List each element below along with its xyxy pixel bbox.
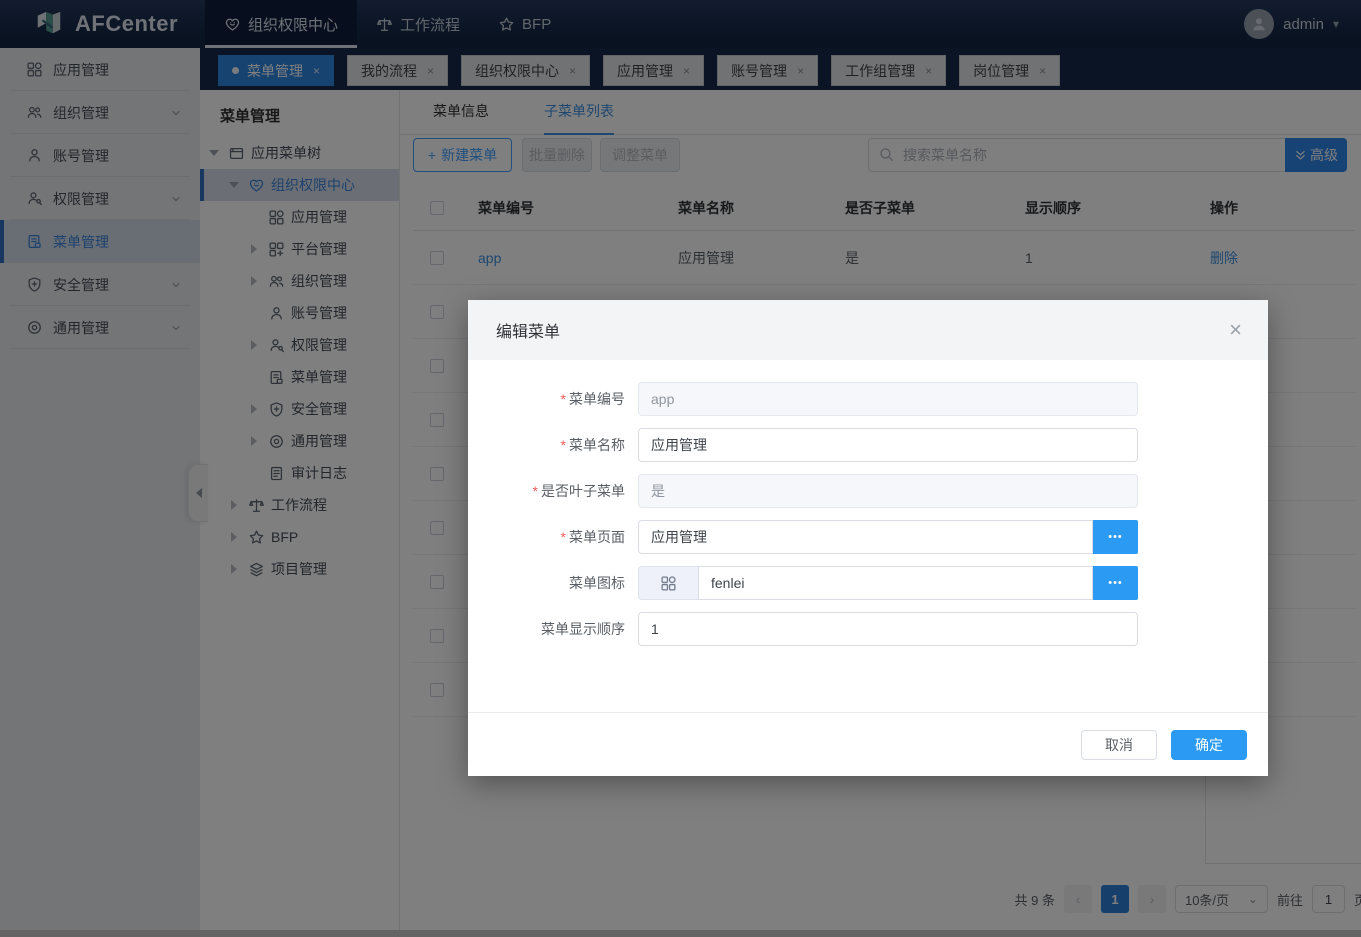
- menu-code-input[interactable]: [638, 382, 1138, 416]
- afcenter-app: AFCenter 组织权限中心 工作流程: [0, 0, 1361, 937]
- required-mark: *: [561, 391, 566, 407]
- close-icon[interactable]: ×: [1229, 319, 1242, 341]
- is-leaf-menu-input[interactable]: [638, 474, 1138, 508]
- menu-name-input[interactable]: [638, 428, 1138, 462]
- grid-icon: [660, 575, 677, 592]
- field-label: *菜单页面: [468, 527, 638, 547]
- field-menu-name: *菜单名称: [468, 428, 1268, 462]
- required-mark: *: [533, 483, 538, 499]
- menu-page-input[interactable]: [638, 520, 1093, 554]
- menu-icon-picker-button[interactable]: •••: [1093, 566, 1138, 600]
- field-label: *菜单名称: [468, 435, 638, 455]
- menu-icon-input[interactable]: [698, 566, 1093, 600]
- field-label: *是否叶子菜单: [468, 481, 638, 501]
- edit-menu-dialog: 编辑菜单 × *菜单编号 *菜单名称 *是否叶子菜单 *菜单页面 •••: [468, 300, 1268, 776]
- field-label: *菜单编号: [468, 389, 638, 409]
- field-menu-display-order: 菜单显示顺序: [468, 612, 1268, 646]
- menu-icon-input-group: •••: [638, 566, 1138, 600]
- menu-page-input-group: •••: [638, 520, 1138, 554]
- field-menu-code: *菜单编号: [468, 382, 1268, 416]
- field-label: 菜单图标: [468, 573, 638, 593]
- menu-icon-preview: [638, 566, 698, 600]
- menu-page-picker-button[interactable]: •••: [1093, 520, 1138, 554]
- field-is-leaf-menu: *是否叶子菜单: [468, 474, 1268, 508]
- dialog-title: 编辑菜单: [496, 318, 560, 342]
- cancel-button[interactable]: 取消: [1081, 730, 1157, 760]
- dialog-footer: 取消 确定: [468, 712, 1268, 776]
- menu-display-order-input[interactable]: [638, 612, 1138, 646]
- confirm-button[interactable]: 确定: [1171, 730, 1247, 760]
- field-label: 菜单显示顺序: [468, 619, 638, 639]
- ellipsis-icon: •••: [1108, 531, 1123, 543]
- field-menu-icon: 菜单图标 •••: [468, 566, 1268, 600]
- required-mark: *: [561, 437, 566, 453]
- ellipsis-icon: •••: [1108, 577, 1123, 589]
- required-mark: *: [561, 529, 566, 545]
- dialog-body: *菜单编号 *菜单名称 *是否叶子菜单 *菜单页面 ••• 菜单图标: [468, 360, 1268, 646]
- dialog-header: 编辑菜单 ×: [468, 300, 1268, 360]
- field-menu-page: *菜单页面 •••: [468, 520, 1268, 554]
